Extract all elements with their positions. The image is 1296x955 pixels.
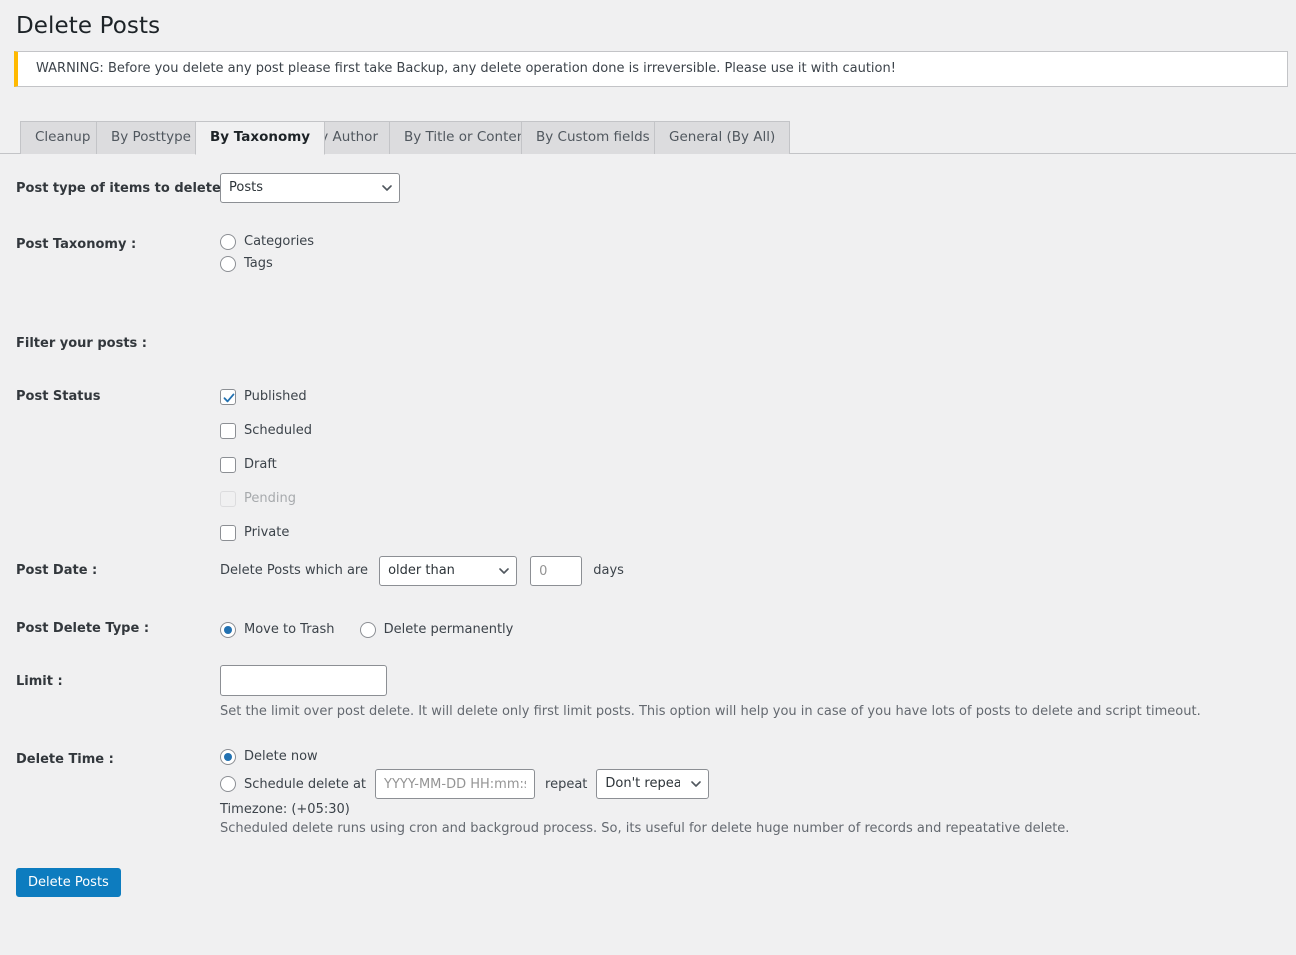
post-date-suffix-text: days — [593, 563, 624, 578]
post-status-label: Post Status — [16, 389, 101, 404]
tab-by-custom-fields[interactable]: By Custom fields — [521, 121, 665, 154]
tab-cleanup[interactable]: Cleanup — [20, 121, 106, 154]
post-date-prefix-text: Delete Posts which are — [220, 563, 368, 578]
post-date-operator-wrapper: older than — [379, 556, 518, 586]
post-taxonomy-label: Post Taxonomy : — [16, 237, 137, 252]
status-option-pending: Pending — [220, 488, 312, 509]
tab-by-taxonomy[interactable]: By Taxonomy — [195, 121, 326, 155]
limit-input[interactable] — [220, 665, 387, 696]
status-option-private[interactable]: Private — [220, 522, 312, 543]
post-date-field: Delete Posts which are older than days — [220, 556, 624, 586]
schedule-datetime-input[interactable] — [375, 769, 536, 799]
delete-type-option-delete-permanently[interactable]: Delete permanently — [359, 619, 513, 640]
post-date-operator-select[interactable]: older than — [379, 556, 518, 586]
checkbox-icon[interactable] — [220, 524, 236, 541]
delete-type-option-move-to-trash[interactable]: Move to Trash — [220, 619, 335, 640]
post-taxonomy-options: Categories Tags — [220, 231, 314, 274]
post-status-options: Published Scheduled Draft Pending Privat… — [220, 386, 312, 543]
radio-icon[interactable] — [220, 748, 236, 765]
repeat-label: repeat — [545, 776, 588, 792]
post-date-label: Post Date : — [16, 563, 98, 578]
post-date-days-input[interactable] — [530, 556, 583, 586]
delete-time-schedule-row: Schedule delete at repeat Don't repeat — [220, 769, 710, 799]
delete-time-option-now[interactable]: Delete now — [220, 746, 709, 767]
status-option-draft[interactable]: Draft — [220, 454, 312, 475]
post-type-select-wrapper: Posts — [220, 173, 400, 203]
checkbox-icon — [220, 490, 236, 507]
tab-bar: Cleanup By Posttype By Taxonomy By Autho… — [0, 121, 1296, 155]
warning-notice: WARNING: Before you delete any post plea… — [14, 51, 1288, 87]
checkbox-icon[interactable] — [220, 456, 236, 473]
taxonomy-option-categories[interactable]: Categories — [220, 231, 314, 252]
filter-posts-heading: Filter your posts : — [16, 336, 148, 351]
status-option-scheduled[interactable]: Scheduled — [220, 420, 312, 441]
post-type-field: Posts — [220, 173, 400, 203]
radio-icon[interactable] — [220, 621, 236, 638]
post-delete-type-label: Post Delete Type : — [16, 621, 150, 636]
check-icon — [222, 390, 236, 404]
delete-posts-page: Delete Posts WARNING: Before you delete … — [0, 0, 1296, 955]
radio-icon[interactable] — [220, 776, 236, 792]
status-option-published[interactable]: Published — [220, 386, 312, 407]
delete-posts-button[interactable]: Delete Posts — [16, 868, 121, 897]
checkbox-icon[interactable] — [220, 388, 236, 405]
taxonomy-option-tags[interactable]: Tags — [220, 253, 314, 274]
limit-field — [220, 665, 387, 696]
checkbox-icon[interactable] — [220, 422, 236, 439]
page-title: Delete Posts — [16, 13, 161, 39]
radio-icon[interactable] — [220, 233, 236, 250]
repeat-select-wrapper: Don't repeat — [596, 769, 710, 799]
post-delete-type-options: Move to Trash Delete permanently — [220, 619, 513, 640]
tab-general-by-all[interactable]: General (By All) — [654, 121, 791, 154]
delete-time-help-text: Scheduled delete runs using cron and bac… — [220, 821, 1070, 836]
warning-notice-text: WARNING: Before you delete any post plea… — [36, 61, 896, 77]
radio-icon[interactable] — [220, 255, 236, 272]
limit-label: Limit : — [16, 674, 63, 689]
delete-time-options: Delete now Schedule delete at repeat Don… — [220, 746, 710, 799]
post-type-select[interactable]: Posts — [220, 173, 400, 203]
radio-icon[interactable] — [359, 621, 376, 638]
delete-time-schedule-label: Schedule delete at — [244, 776, 367, 792]
repeat-select[interactable]: Don't repeat — [596, 769, 710, 799]
post-type-label: Post type of items to delete : — [16, 181, 231, 196]
limit-help-text: Set the limit over post delete. It will … — [220, 704, 1201, 719]
delete-time-label: Delete Time : — [16, 752, 114, 767]
tab-by-posttype[interactable]: By Posttype — [96, 121, 206, 154]
timezone-text: Timezone: (+05:30) — [220, 802, 350, 817]
